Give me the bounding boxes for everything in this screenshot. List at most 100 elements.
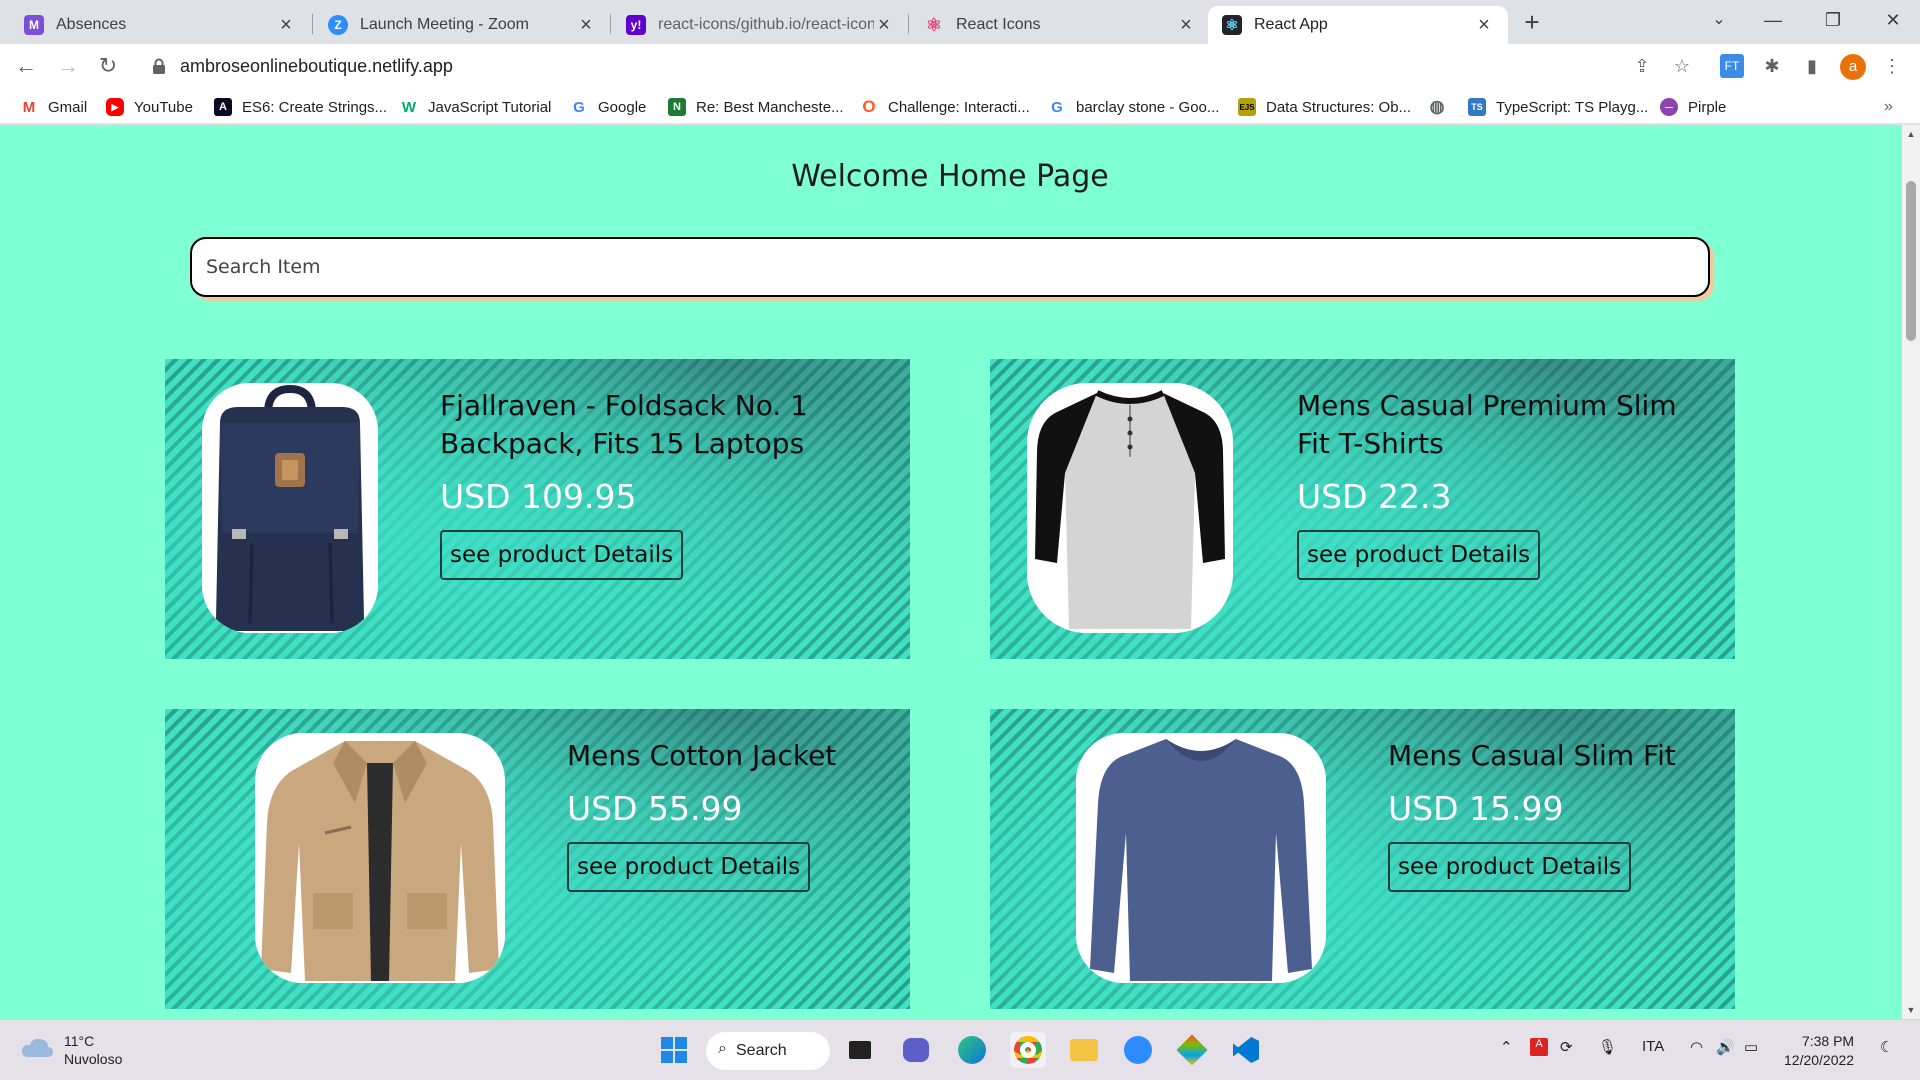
back-button[interactable]: ←: [10, 50, 42, 82]
tab-strip: M Absences × Z Launch Meeting - Zoom × y…: [0, 0, 1920, 44]
google-icon: G: [1051, 98, 1063, 116]
react-icon: ⚛: [925, 14, 943, 35]
bookmark-pirple[interactable]: — Pirple: [1660, 96, 1726, 118]
typescript-icon: TS: [1468, 98, 1486, 116]
volume-icon[interactable]: 🔊: [1716, 1038, 1735, 1056]
weather-widget[interactable]: 11°C Nuvoloso: [20, 1032, 122, 1068]
notification-icon[interactable]: ☾: [1880, 1038, 1893, 1056]
bookmark-label: barclay stone - Goo...: [1076, 98, 1220, 116]
clock-time: 7:38 PM: [1801, 1033, 1855, 1049]
bookmark-typescript[interactable]: TS TypeScript: TS Playg...: [1468, 96, 1648, 118]
tab-title: React App: [1254, 16, 1328, 33]
search-input[interactable]: [192, 239, 1708, 295]
task-view-icon[interactable]: [842, 1032, 878, 1068]
windows-start-icon[interactable]: [656, 1032, 692, 1068]
close-icon[interactable]: ×: [1176, 14, 1196, 37]
zoom-app-icon[interactable]: [1120, 1032, 1156, 1068]
chevron-up-icon[interactable]: ⌃: [1500, 1038, 1513, 1056]
bookmark-best-manchester[interactable]: N Re: Best Mancheste...: [668, 96, 844, 118]
close-icon[interactable]: ×: [874, 14, 894, 37]
weather-description: Nuvoloso: [64, 1051, 123, 1067]
close-icon[interactable]: ×: [1474, 14, 1494, 37]
page-viewport: Welcome Home Page Fjallraven - Foldsack …: [0, 125, 1920, 1019]
forum-icon: N: [668, 98, 686, 116]
bookmark-youtube[interactable]: ▶ YouTube: [106, 96, 193, 118]
page-scrollbar[interactable]: ▲ ▼: [1902, 125, 1920, 1019]
close-icon[interactable]: ×: [276, 14, 296, 37]
profile-avatar[interactable]: a: [1840, 54, 1866, 80]
longsleeve-image[interactable]: [1076, 733, 1326, 983]
search-icon: ⌕: [718, 1040, 727, 1057]
more-bookmarks-icon[interactable]: »: [1884, 96, 1893, 118]
scroll-up-icon[interactable]: ▲: [1902, 129, 1920, 139]
weather-temperature: 11°C: [64, 1033, 95, 1049]
scrollbar-thumb[interactable]: [1906, 181, 1916, 341]
system-clock[interactable]: 7:38 PM 12/20/2022: [1784, 1032, 1854, 1070]
restore-button[interactable]: ❐: [1808, 4, 1858, 36]
tab-zoom[interactable]: Z Launch Meeting - Zoom ×: [314, 6, 610, 44]
sync-icon[interactable]: ⟳: [1560, 1038, 1573, 1056]
see-product-details-button[interactable]: see product Details: [567, 842, 811, 892]
file-explorer-icon[interactable]: [1066, 1032, 1102, 1068]
tab-search-chevron-icon[interactable]: ⌄: [1694, 4, 1744, 36]
bookmark-gmail[interactable]: M Gmail: [20, 96, 87, 118]
tab-react-app[interactable]: ⚛ React App ×: [1208, 6, 1508, 44]
tab-absences[interactable]: M Absences ×: [10, 6, 310, 44]
acrobat-icon[interactable]: A: [1530, 1038, 1548, 1056]
see-product-details-button[interactable]: see product Details: [440, 530, 684, 580]
freecodecamp-icon: A: [214, 98, 232, 116]
address-bar[interactable]: ambroseonlineboutique.netlify.app: [138, 48, 1698, 84]
bookmark-es6[interactable]: A ES6: Create Strings...: [214, 96, 387, 118]
product-price: USD 15.99: [1388, 789, 1564, 828]
see-product-details-button[interactable]: see product Details: [1388, 842, 1632, 892]
jacket-image[interactable]: [255, 733, 505, 983]
taskbar-search[interactable]: ⌕ Search: [706, 1032, 830, 1070]
wifi-icon[interactable]: ◠: [1690, 1038, 1703, 1056]
product-info: Mens Casual Slim Fit USD 15.99 see produ…: [1388, 737, 1735, 892]
close-icon[interactable]: ×: [576, 14, 596, 37]
tab-title: react-icons/github.io/react-icons: [658, 16, 874, 33]
reload-button[interactable]: ↻: [92, 50, 124, 82]
language-indicator[interactable]: ITA: [1642, 1038, 1664, 1055]
bookmark-barclay-stone[interactable]: G barclay stone - Goo...: [1048, 96, 1219, 118]
product-card: Mens Casual Premium Slim Fit T-Shirts US…: [990, 359, 1735, 659]
bookmark-label: Gmail: [48, 98, 88, 116]
side-panel-icon[interactable]: ▮: [1800, 54, 1824, 78]
bookmark-label: YouTube: [134, 98, 193, 116]
globe-icon: ◍: [1429, 97, 1445, 116]
tab-react-icons[interactable]: ⚛ React Icons ×: [910, 6, 1210, 44]
page-title: Welcome Home Page: [791, 159, 1109, 194]
close-window-button[interactable]: ✕: [1868, 4, 1918, 36]
battery-icon[interactable]: ▭: [1744, 1038, 1758, 1056]
bookmark-star-icon[interactable]: ☆: [1670, 54, 1694, 78]
edge-icon[interactable]: [954, 1032, 990, 1068]
product-name: Fjallraven - Foldsack No. 1 Backpack, Fi…: [440, 389, 808, 460]
share-icon[interactable]: ⇪: [1630, 54, 1654, 78]
bookmark-google[interactable]: G Google: [570, 96, 646, 118]
tab-react-icons-github[interactable]: y! react-icons/github.io/react-icons ×: [612, 6, 908, 44]
url-text: ambroseonlineboutique.netlify.app: [180, 55, 453, 76]
scroll-down-icon[interactable]: ▼: [1902, 1005, 1920, 1015]
bookmark-globe[interactable]: ◍: [1428, 96, 1456, 118]
tab-divider: [908, 14, 909, 34]
google-icon: G: [573, 98, 585, 116]
forward-button[interactable]: →: [52, 50, 84, 82]
bookmark-challenge[interactable]: O Challenge: Interacti...: [860, 96, 1029, 118]
git-app-icon[interactable]: [1174, 1032, 1210, 1068]
new-tab-button[interactable]: +: [1518, 8, 1546, 36]
extension-icon[interactable]: FT: [1720, 54, 1744, 78]
see-product-details-button[interactable]: see product Details: [1297, 530, 1541, 580]
menu-kebab-icon[interactable]: ⋮: [1880, 54, 1904, 78]
chrome-icon[interactable]: [1010, 1032, 1046, 1068]
bookmark-data-structures[interactable]: EJS Data Structures: Ob...: [1238, 96, 1411, 118]
backpack-image[interactable]: [202, 383, 378, 633]
tshirt-image[interactable]: [1027, 383, 1233, 633]
puzzle-icon[interactable]: ✱: [1760, 54, 1784, 78]
microphone-icon[interactable]: 🎙: [1598, 1038, 1617, 1056]
product-card: Mens Cotton Jacket USD 55.99 see product…: [165, 709, 910, 1009]
vscode-icon[interactable]: [1228, 1032, 1264, 1068]
bookmark-javascript-tutorial[interactable]: W JavaScript Tutorial: [400, 96, 551, 118]
product-price: USD 109.95: [440, 477, 637, 516]
chat-icon[interactable]: [898, 1032, 934, 1068]
minimize-button[interactable]: —: [1748, 4, 1798, 36]
